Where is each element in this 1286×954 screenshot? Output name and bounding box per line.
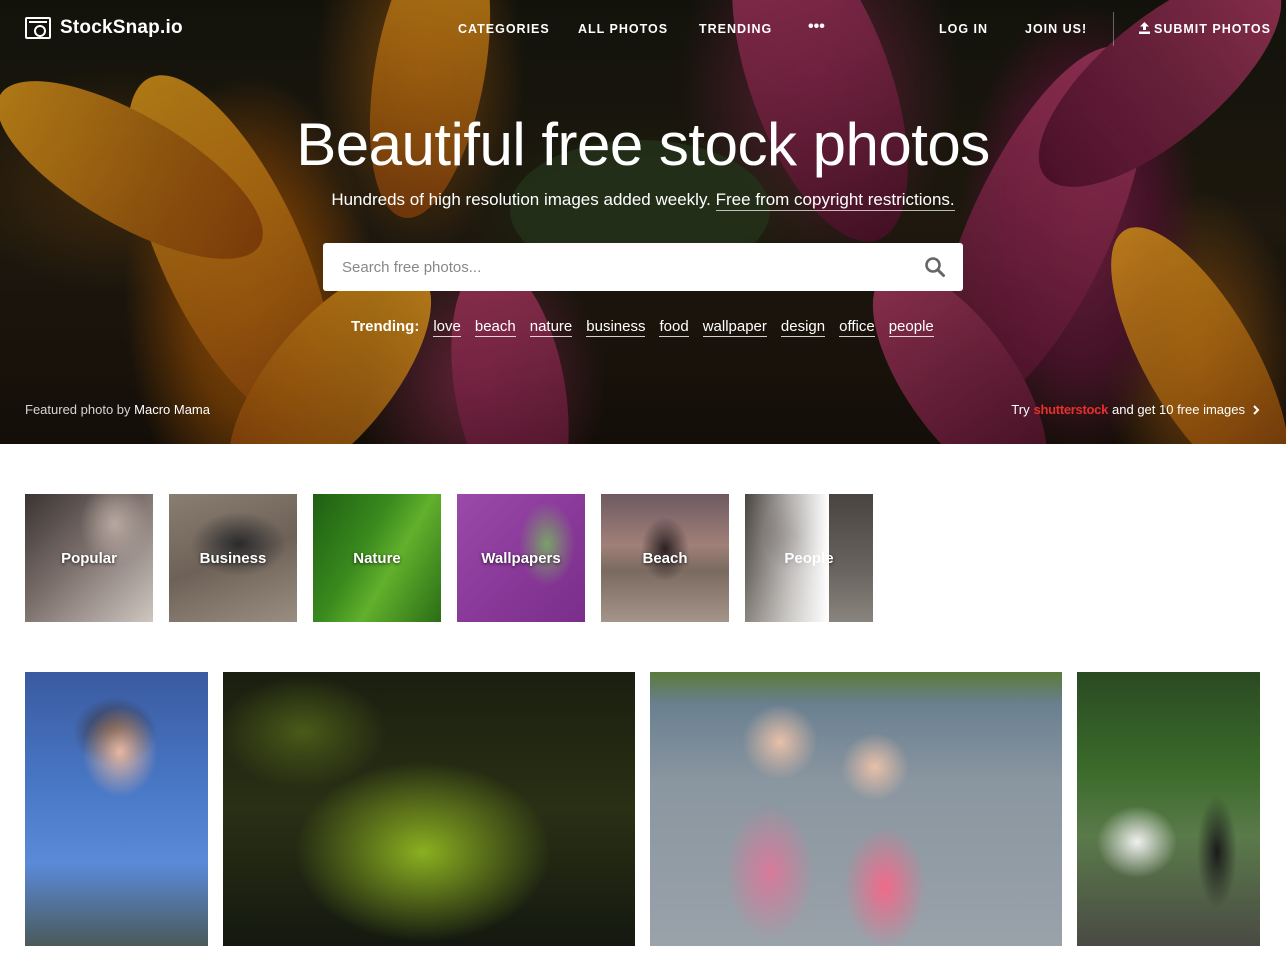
photo-fern-leaf[interactable] — [223, 672, 635, 946]
hero-banner: StockSnap.io CATEGORIES ALL PHOTOS TREND… — [0, 0, 1286, 444]
trending-label: Trending: — [351, 318, 420, 335]
trending-tag-people[interactable]: people — [888, 318, 934, 337]
trending-tag-business[interactable]: business — [586, 318, 646, 337]
shutterstock-promo[interactable]: Try shutterstock and get 10 free images — [1011, 402, 1261, 417]
search-input[interactable] — [323, 243, 915, 291]
category-people[interactable]: People — [745, 494, 873, 622]
category-business[interactable]: Business — [169, 494, 297, 622]
featured-prefix: Featured photo by — [25, 402, 135, 417]
shutterstock-logo: shutterstock — [1033, 402, 1109, 417]
nav-trending[interactable]: TRENDING — [699, 22, 772, 36]
nav-join-us[interactable]: JOIN US! — [1025, 22, 1087, 36]
category-label: Beach — [642, 549, 688, 567]
nav-divider — [1113, 12, 1114, 46]
category-nature[interactable]: Nature — [313, 494, 441, 622]
promo-suffix: and get 10 free images — [1112, 402, 1245, 417]
nav-submit-photos[interactable]: SUBMIT PHOTOS — [1139, 22, 1271, 36]
nav-more-icon[interactable]: ••• — [808, 18, 825, 36]
nav-categories[interactable]: CATEGORIES — [458, 22, 550, 36]
category-label: Business — [199, 549, 267, 567]
trending-tag-wallpaper[interactable]: wallpaper — [702, 318, 767, 337]
trending-tag-food[interactable]: food — [659, 318, 689, 337]
copyright-link[interactable]: Free from copyright restrictions. — [715, 190, 955, 211]
logo-text: StockSnap.io — [60, 17, 183, 38]
trending-tag-office[interactable]: office — [839, 318, 875, 337]
trending-tag-love[interactable]: love — [433, 318, 461, 337]
hero-subline: Hundreds of high resolution images added… — [0, 190, 1286, 211]
photo-boy-headphones[interactable] — [25, 672, 208, 946]
chevron-right-icon — [1253, 404, 1260, 415]
hero-background-flower — [0, 0, 1286, 444]
promo-prefix: Try — [1011, 402, 1030, 417]
nav-all-photos[interactable]: ALL PHOTOS — [578, 22, 668, 36]
category-tiles: Popular Business Nature Wallpapers Beach… — [25, 494, 873, 622]
category-label: Popular — [61, 549, 117, 567]
category-label: People — [784, 549, 834, 567]
upload-icon — [1139, 22, 1150, 34]
search-bar — [323, 243, 963, 291]
hero-headline: Beautiful free stock photos — [296, 111, 990, 178]
category-popular[interactable]: Popular — [25, 494, 153, 622]
trending-tag-nature[interactable]: nature — [529, 318, 573, 337]
category-wallpapers[interactable]: Wallpapers — [457, 494, 585, 622]
search-icon[interactable] — [915, 247, 955, 287]
trending-tags: Trending: love beach nature business foo… — [351, 318, 934, 337]
hero-subline-text: Hundreds of high resolution images added… — [331, 190, 716, 209]
category-label: Wallpapers — [481, 549, 561, 567]
trending-tag-design[interactable]: design — [780, 318, 826, 337]
nav-log-in[interactable]: LOG IN — [939, 22, 988, 36]
photo-girls-goggles[interactable] — [650, 672, 1062, 946]
category-beach[interactable]: Beach — [601, 494, 729, 622]
site-logo[interactable]: StockSnap.io — [25, 17, 183, 39]
photo-woman-jeep[interactable] — [1077, 672, 1260, 946]
featured-author-link[interactable]: Macro Mama — [134, 402, 210, 417]
camera-icon — [25, 17, 51, 39]
featured-photo-credit: Featured photo by Macro Mama — [25, 402, 210, 417]
trending-tag-beach[interactable]: beach — [474, 318, 516, 337]
submit-photos-label: SUBMIT PHOTOS — [1154, 22, 1271, 36]
category-label: Nature — [353, 549, 401, 567]
